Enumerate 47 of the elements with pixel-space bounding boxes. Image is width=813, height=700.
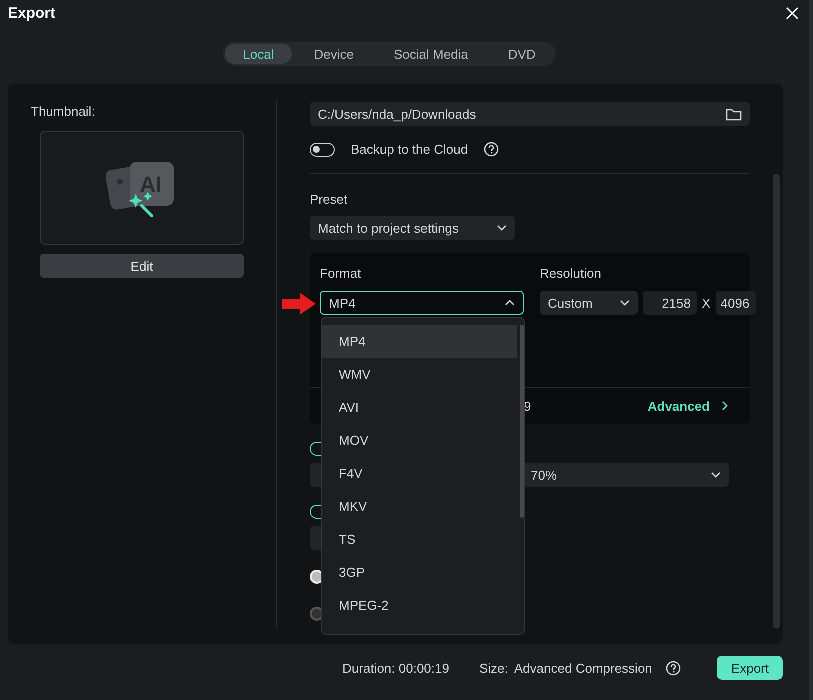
- tab[interactable]: Social Media: [376, 44, 486, 64]
- resolution-select[interactable]: Custom: [540, 291, 638, 315]
- info-text: 9: [524, 398, 532, 414]
- chevron-right-icon: [722, 401, 728, 411]
- chevron-down-icon: [620, 300, 630, 306]
- edit-button[interactable]: Edit: [40, 254, 244, 278]
- times-label: X: [702, 296, 711, 310]
- window-title: Export: [8, 5, 56, 22]
- chevron-up-icon: [505, 300, 515, 306]
- format-select[interactable]: MP4: [320, 291, 524, 315]
- arrow-icon: [282, 293, 316, 315]
- duration-text: Duration: 00:00:19: [342, 660, 450, 676]
- format-label: Format: [320, 266, 362, 281]
- size-label: Size:: [479, 660, 508, 676]
- height-field[interactable]: 4096: [716, 291, 756, 315]
- backup-label: Backup to the Cloud: [351, 142, 468, 157]
- format-option[interactable]: WMV: [322, 358, 517, 391]
- preset-select[interactable]: Match to project settings: [310, 216, 515, 240]
- format-option[interactable]: MP4: [322, 325, 517, 358]
- thumbnail-label: Thumbnail:: [31, 104, 96, 119]
- chevron-down-icon: [497, 225, 507, 231]
- format-option[interactable]: TS: [322, 523, 517, 556]
- format-option[interactable]: MOV: [322, 424, 517, 457]
- scrollbar[interactable]: [773, 174, 780, 629]
- tab[interactable]: Local: [225, 44, 292, 64]
- folder-icon[interactable]: [726, 108, 742, 120]
- dropdown-scrollbar[interactable]: [520, 325, 524, 518]
- size-value: Advanced Compression: [514, 660, 652, 676]
- resolution-label: Resolution: [540, 266, 602, 281]
- preset-label: Preset: [310, 192, 348, 207]
- help-icon[interactable]: [666, 660, 682, 676]
- chevron-down-icon: [711, 472, 721, 478]
- format-option[interactable]: MKV: [322, 490, 517, 523]
- export-button[interactable]: Export: [717, 656, 783, 680]
- width-field[interactable]: 2158: [643, 291, 697, 315]
- format-option[interactable]: AVI: [322, 391, 517, 424]
- save-path-field[interactable]: C:/Users/nda_p/Downloads: [310, 102, 750, 126]
- format-option[interactable]: 3GP: [322, 556, 517, 589]
- tab[interactable]: DVD: [490, 44, 554, 64]
- quality-select[interactable]: 70%: [523, 463, 729, 487]
- backup-toggle[interactable]: [310, 142, 335, 156]
- tab[interactable]: Device: [296, 44, 372, 64]
- format-option[interactable]: MPEG-2: [322, 589, 517, 622]
- close-icon[interactable]: [786, 7, 799, 20]
- advanced-link[interactable]: Advanced: [648, 398, 728, 414]
- format-option[interactable]: F4V: [322, 457, 517, 490]
- help-icon[interactable]: [484, 142, 500, 157]
